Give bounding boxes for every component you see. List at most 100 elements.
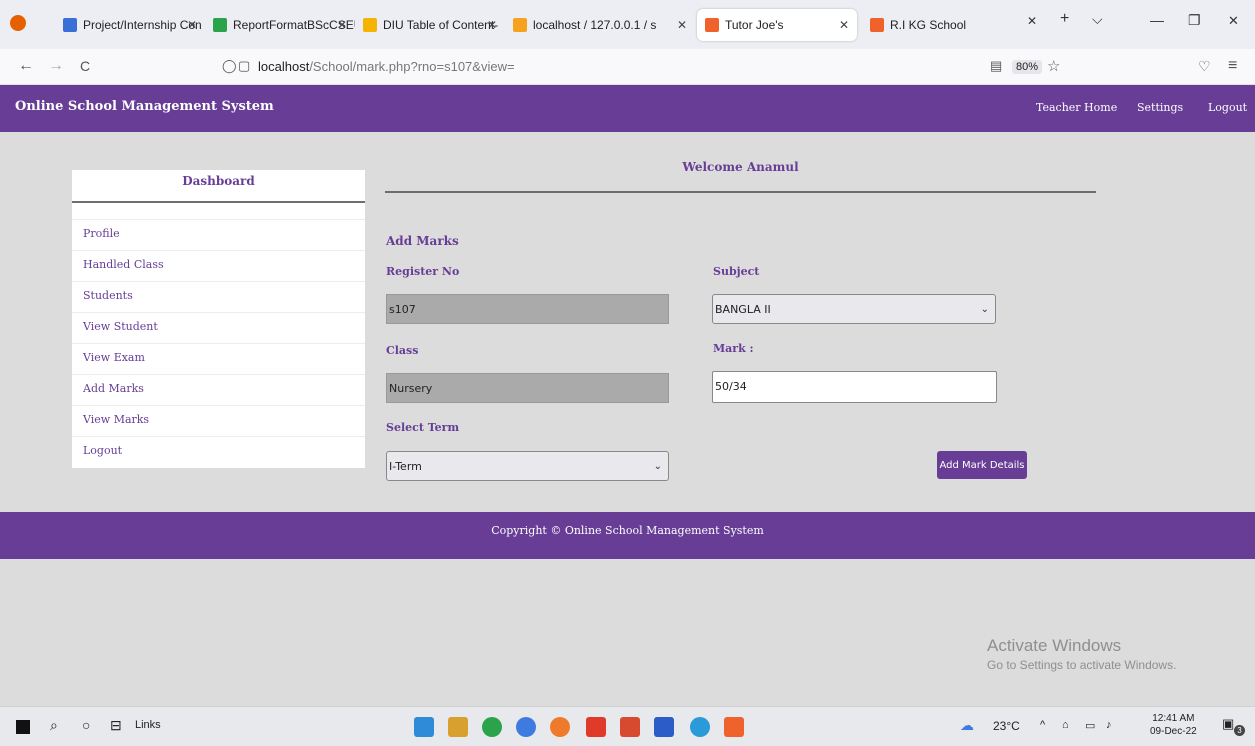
- notification-icon[interactable]: ▣: [1222, 716, 1234, 732]
- store-icon[interactable]: [448, 717, 468, 737]
- bookmark-star-icon[interactable]: ☆: [1047, 57, 1060, 75]
- address-bar[interactable]: localhost/School/mark.php?rno=s107&view=: [258, 59, 515, 74]
- nav-teacher-home[interactable]: Teacher Home: [1036, 101, 1117, 114]
- reader-view-icon[interactable]: ▤: [990, 58, 1002, 74]
- close-tab-icon[interactable]: ✕: [487, 18, 497, 32]
- xampp-taskbar-icon[interactable]: [724, 717, 744, 737]
- app-header: Online School Management System Teacher …: [0, 85, 1255, 132]
- activate-windows-watermark: Activate Windows Go to Settings to activ…: [987, 636, 1176, 672]
- browser-toolbar: ← → C ◯ ▢ localhost/School/mark.php?rno=…: [0, 49, 1255, 85]
- sidebar-item-logout[interactable]: Logout: [72, 436, 365, 467]
- new-tab-icon[interactable]: +: [1060, 10, 1069, 28]
- phpmyadmin-icon: [513, 18, 527, 32]
- tab-ri-kg-school[interactable]: R.I KG School: [862, 9, 1017, 41]
- calendar-icon: [63, 18, 77, 32]
- restore-icon[interactable]: ❐: [1188, 12, 1201, 29]
- word-icon[interactable]: [654, 717, 674, 737]
- firefox-taskbar-icon[interactable]: [550, 717, 570, 737]
- sidebar-item-profile[interactable]: Profile: [72, 219, 365, 250]
- register-no-label: Register No: [386, 265, 460, 278]
- links-toolbar[interactable]: Links: [135, 719, 161, 731]
- cortana-icon[interactable]: ○: [82, 717, 90, 733]
- mark-input[interactable]: 50/34: [712, 371, 997, 403]
- windows-start-icon[interactable]: [16, 720, 30, 734]
- nav-settings[interactable]: Settings: [1137, 101, 1183, 114]
- file-explorer-icon[interactable]: [414, 717, 434, 737]
- register-no-field[interactable]: s107: [386, 294, 669, 324]
- task-view-icon[interactable]: ⊟: [110, 717, 122, 734]
- subject-label: Subject: [713, 265, 760, 278]
- forward-icon[interactable]: →: [48, 57, 64, 75]
- weather-temp[interactable]: 23°C: [993, 719, 1020, 733]
- sidebar-item-students[interactable]: Students: [72, 281, 365, 312]
- minimize-icon[interactable]: —: [1150, 12, 1164, 28]
- sidebar: Dashboard Profile Handled Class Students…: [72, 170, 365, 468]
- close-tab-icon[interactable]: ✕: [1027, 14, 1037, 28]
- tab-report-format[interactable]: ReportFormatBScCSEU ✕: [205, 9, 355, 41]
- term-select-value: I-Term: [389, 460, 422, 473]
- telegram-icon[interactable]: [690, 717, 710, 737]
- clock-date: 09-Dec-22: [1150, 726, 1197, 737]
- subject-select-value: BANGLA II: [715, 303, 771, 316]
- sidebar-item-view-marks[interactable]: View Marks: [72, 405, 365, 436]
- windows-taskbar: ⌕ ○ ⊟ Links ☁ 23°C ^ ⌂ ▭ ♪ 12:41 AM 09-D…: [0, 706, 1255, 746]
- app-title: Online School Management System: [15, 99, 274, 114]
- watermark-subtitle: Go to Settings to activate Windows.: [987, 658, 1177, 672]
- reload-icon[interactable]: C: [80, 58, 90, 74]
- notification-count: 3: [1234, 725, 1245, 736]
- drive-icon: [363, 18, 377, 32]
- url-host: localhost: [258, 59, 310, 74]
- tab-diu-table[interactable]: DIU Table of Content- ✕: [355, 9, 505, 41]
- drive-icon: [213, 18, 227, 32]
- tracking-shield-icon[interactable]: ◯: [222, 58, 237, 74]
- class-field[interactable]: Nursery: [386, 373, 669, 403]
- tray-chevron-up-icon[interactable]: ^: [1040, 719, 1045, 731]
- network-icon[interactable]: ⌂: [1062, 719, 1069, 731]
- office-icon[interactable]: [586, 717, 606, 737]
- welcome-heading: Welcome Anamul: [385, 160, 1096, 193]
- chevron-down-icon: ⌄: [980, 304, 989, 315]
- xampp-icon: [870, 18, 884, 32]
- pocket-icon[interactable]: ♡: [1198, 58, 1211, 75]
- chevron-down-icon: ⌄: [653, 461, 662, 472]
- firefox-icon[interactable]: [10, 15, 26, 31]
- add-mark-details-button[interactable]: Add Mark Details: [937, 451, 1027, 479]
- xampp-icon: [705, 18, 719, 32]
- sidebar-item-add-marks[interactable]: Add Marks: [72, 374, 365, 405]
- sidebar-item-view-exam[interactable]: View Exam: [72, 343, 365, 374]
- tab-tutor-joes[interactable]: Tutor Joe's ✕: [697, 9, 857, 41]
- search-icon[interactable]: ⌕: [50, 717, 58, 734]
- close-tab-icon[interactable]: ✕: [839, 18, 849, 32]
- subject-select[interactable]: BANGLA II ⌄: [712, 294, 996, 324]
- close-tab-icon[interactable]: ✕: [337, 18, 347, 32]
- powerpoint-icon[interactable]: [620, 717, 640, 737]
- zoom-level[interactable]: 80%: [1012, 60, 1043, 74]
- clock[interactable]: 12:41 AM 09-Dec-22: [1150, 712, 1197, 738]
- sidebar-item-view-student[interactable]: View Student: [72, 312, 365, 343]
- nav-logout[interactable]: Logout: [1208, 101, 1247, 114]
- back-icon[interactable]: ←: [18, 57, 34, 75]
- url-path: /School/mark.php?rno=s107&view=: [309, 59, 515, 74]
- mark-label: Mark :: [713, 342, 754, 355]
- window-close-icon[interactable]: ✕: [1228, 13, 1239, 29]
- tab-localhost-phpmyadmin[interactable]: localhost / 127.0.0.1 / s ✕: [505, 9, 695, 41]
- volume-icon[interactable]: ♪: [1106, 719, 1112, 731]
- tab-project-internship[interactable]: Project/Internship Con ✕: [55, 9, 205, 41]
- sidebar-title: Dashboard: [72, 170, 365, 203]
- edge-icon[interactable]: [482, 717, 502, 737]
- app-menu-icon[interactable]: ≡: [1228, 57, 1237, 75]
- battery-icon[interactable]: ▭: [1085, 719, 1095, 732]
- browser-tab-strip: Project/Internship Con ✕ ReportFormatBSc…: [0, 0, 1255, 49]
- close-tab-icon[interactable]: ✕: [677, 18, 687, 32]
- class-label: Class: [386, 344, 419, 357]
- form-heading: Add Marks: [386, 234, 459, 248]
- list-all-tabs-icon[interactable]: ⌵: [1092, 11, 1103, 28]
- term-select[interactable]: I-Term ⌄: [386, 451, 669, 481]
- page-info-icon[interactable]: ▢: [238, 58, 250, 74]
- chrome-icon[interactable]: [516, 717, 536, 737]
- close-tab-icon[interactable]: ✕: [187, 18, 197, 32]
- weather-icon[interactable]: ☁: [960, 717, 974, 734]
- clock-time: 12:41 AM: [1152, 713, 1195, 724]
- page-footer: Copyright © Online School Management Sys…: [0, 512, 1255, 559]
- sidebar-item-handled-class[interactable]: Handled Class: [72, 250, 365, 281]
